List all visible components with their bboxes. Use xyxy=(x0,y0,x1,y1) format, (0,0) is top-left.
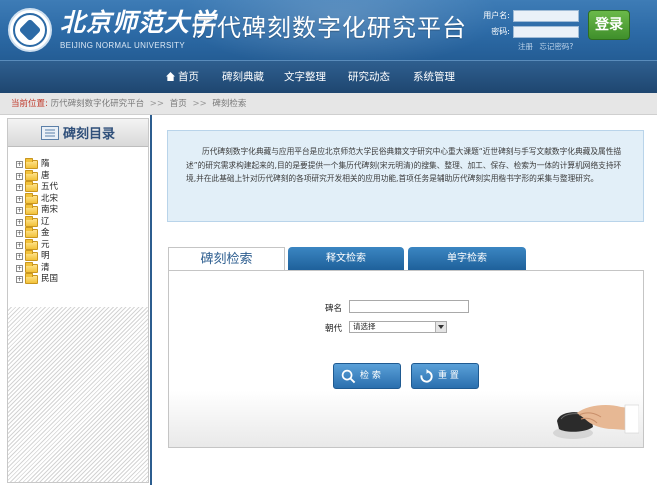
home-icon xyxy=(166,72,175,81)
nav-item-research-news[interactable]: 研究动态 xyxy=(348,61,390,94)
dynasty-selected-value: 请选择 xyxy=(353,322,376,331)
university-name-en: BEIJING NORMAL UNIVERSITY xyxy=(60,41,185,50)
dynasty-select[interactable]: 请选择 xyxy=(349,321,447,333)
tree-item-label: 金 xyxy=(41,228,50,238)
stele-name-input[interactable] xyxy=(349,300,469,313)
breadcrumb-home[interactable]: 首页 xyxy=(170,99,187,109)
tree-item-label: 明 xyxy=(41,251,50,261)
search-panel: 碑名 朝代 请选择 检 索 重 置 xyxy=(168,270,644,448)
expand-icon[interactable]: + xyxy=(16,276,23,284)
breadcrumb-label: 当前位置: xyxy=(11,99,48,109)
tab-character-search[interactable]: 单字检索 xyxy=(408,247,526,271)
password-input[interactable] xyxy=(513,26,579,38)
site-header: 北京师范大学 BEIJING NORMAL UNIVERSITY 历代碑刻数字化… xyxy=(0,0,657,60)
folder-icon xyxy=(25,158,38,170)
tree-item[interactable]: + 清 xyxy=(16,261,58,275)
tab-transcript-search[interactable]: 释文检索 xyxy=(288,247,404,271)
tree-item[interactable]: + 元 xyxy=(16,238,58,252)
tree-item-label: 五代 xyxy=(41,182,59,192)
tree-item[interactable]: + 明 xyxy=(16,250,58,263)
register-link[interactable]: 注册 xyxy=(518,42,533,51)
folder-icon xyxy=(25,273,38,285)
nav-item-home[interactable]: 首页 xyxy=(166,61,199,94)
folder-icon xyxy=(25,238,38,250)
breadcrumb-separator: >> xyxy=(149,99,165,109)
tree-item[interactable]: + 隋 xyxy=(16,158,58,171)
folder-icon xyxy=(25,192,38,204)
nav-label: 首页 xyxy=(178,71,199,83)
tree-item[interactable]: + 南宋 xyxy=(16,204,59,217)
password-label: 密码: xyxy=(491,27,510,36)
nav-item-system-admin[interactable]: 系统管理 xyxy=(413,61,455,94)
intro-text: 历代碑刻数字化典藏与应用平台是应北京师范大学民俗典籍文字研究中心重大课题“近世碑… xyxy=(167,130,644,222)
tree-item-label: 清 xyxy=(41,262,50,273)
nav-item-text-processing[interactable]: 文字整理 xyxy=(284,61,326,94)
tree-item[interactable]: + 唐 xyxy=(16,169,58,183)
username-input[interactable] xyxy=(513,10,579,22)
tree-item[interactable]: + 北宋 xyxy=(16,192,59,206)
search-button[interactable]: 检 索 xyxy=(333,363,401,389)
expand-icon[interactable]: + xyxy=(16,172,23,180)
sidebar-filler xyxy=(8,307,148,482)
reset-button[interactable]: 重 置 xyxy=(411,363,479,389)
search-icon xyxy=(341,369,356,384)
tree-item-label: 隋 xyxy=(41,159,50,169)
tree-item[interactable]: + 金 xyxy=(16,227,58,240)
search-button-label: 检 索 xyxy=(360,371,381,381)
expand-icon[interactable]: + xyxy=(16,207,23,215)
breadcrumb: 当前位置: 历代碑刻数字化研究平台 >> 首页 >> 碑刻检索 xyxy=(0,93,657,115)
catalog-sidebar: 碑刻目录 + 隋 + 唐 + 五代 + 北宋 + 南宋 + 辽 + 金 + 元 + 明 + 清 + 民… xyxy=(7,118,149,483)
site-title: 历代碑刻数字化研究平台 xyxy=(192,14,467,42)
tab-stele-search[interactable]: 碑刻检索 xyxy=(168,247,285,271)
sidebar-title: 碑刻目录 xyxy=(62,127,115,142)
content-divider xyxy=(150,115,152,485)
dynasty-label: 朝代 xyxy=(325,324,343,334)
hand-mouse-illustration xyxy=(553,404,639,439)
search-tabs: 碑刻检索 释文检索 单字检索 xyxy=(168,247,644,271)
breadcrumb-separator: >> xyxy=(192,99,207,109)
main-nav: 首页 碑刻典藏 文字整理 研究动态 系统管理 xyxy=(0,60,657,93)
breadcrumb-site[interactable]: 历代碑刻数字化研究平台 xyxy=(51,99,145,109)
reset-button-label: 重 置 xyxy=(438,371,459,381)
university-emblem-icon xyxy=(8,8,52,52)
folder-icon xyxy=(25,169,38,181)
folder-icon xyxy=(25,204,38,216)
stele-name-label: 碑名 xyxy=(325,304,343,314)
tree-item-label: 元 xyxy=(41,239,50,250)
dynasty-tree: + 隋 + 唐 + 五代 + 北宋 + 南宋 + 辽 + 金 + 元 + 明 + 清 + 民国 xyxy=(16,158,59,286)
tree-item[interactable]: + 民国 xyxy=(16,273,59,286)
folder-icon xyxy=(25,261,38,273)
catalog-icon xyxy=(40,125,59,140)
tree-item-label: 唐 xyxy=(41,170,50,181)
forgot-password-link[interactable]: 忘记密码? xyxy=(539,42,573,51)
tree-item-label: 民国 xyxy=(41,274,59,284)
expand-icon[interactable]: + xyxy=(16,195,23,203)
expand-icon[interactable]: + xyxy=(16,184,23,192)
tree-item-label: 北宋 xyxy=(41,193,59,204)
expand-icon[interactable]: + xyxy=(16,264,23,272)
tree-item[interactable]: + 五代 xyxy=(16,181,59,194)
expand-icon[interactable]: + xyxy=(16,218,23,226)
folder-icon xyxy=(25,250,38,262)
username-label: 用户名: xyxy=(483,11,510,20)
tree-item[interactable]: + 辽 xyxy=(16,215,58,229)
folder-icon xyxy=(25,215,38,227)
chevron-down-icon[interactable] xyxy=(435,322,446,332)
tree-item-label: 南宋 xyxy=(41,205,59,215)
expand-icon[interactable]: + xyxy=(16,230,23,238)
nav-item-collection[interactable]: 碑刻典藏 xyxy=(222,61,264,94)
breadcrumb-page: 碑刻检索 xyxy=(212,99,247,109)
tree-item-label: 辽 xyxy=(41,216,50,227)
expand-icon[interactable]: + xyxy=(16,161,23,169)
login-links: 注册 忘记密码? xyxy=(518,41,577,52)
sidebar-header: 碑刻目录 xyxy=(8,119,148,147)
expand-icon[interactable]: + xyxy=(16,253,23,261)
expand-icon[interactable]: + xyxy=(16,241,23,249)
login-button[interactable]: 登录 xyxy=(588,10,630,40)
reset-icon xyxy=(420,369,433,383)
folder-icon xyxy=(25,227,38,239)
folder-icon xyxy=(25,181,38,193)
